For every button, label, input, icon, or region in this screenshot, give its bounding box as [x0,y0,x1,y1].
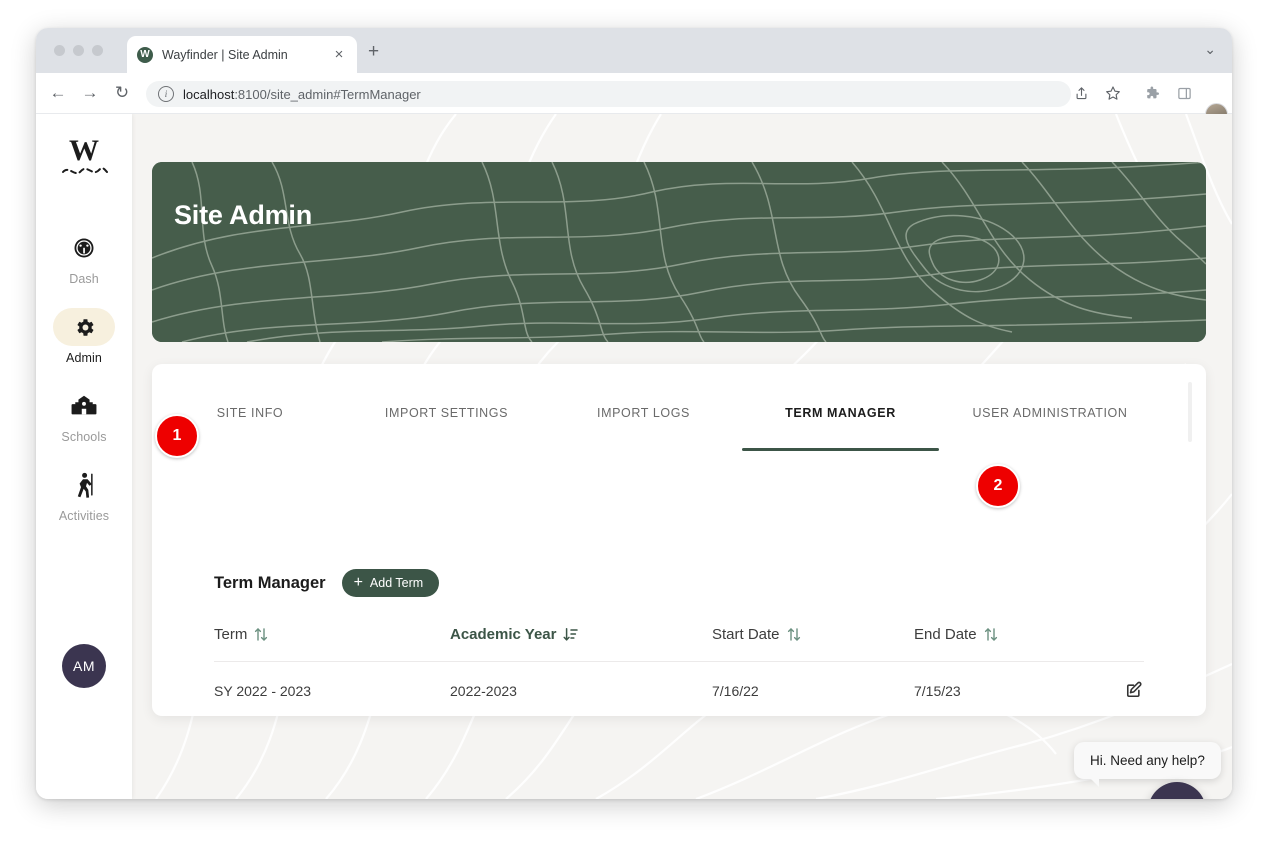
close-tab-icon[interactable]: × [331,47,347,62]
page-title: Site Admin [174,200,313,231]
tab-import-logs[interactable]: IMPORT LOGS [545,364,742,461]
close-window-button[interactable] [54,45,65,56]
column-header-academic-year[interactable]: Academic Year [450,626,712,662]
share-icon[interactable] [1070,82,1092,104]
tab-bar-scroll-indicator[interactable] [1188,382,1192,442]
tab-active-underline [742,448,939,451]
sidebar-item-activities[interactable]: Activities [36,466,132,523]
chat-tooltip: Hi. Need any help? [1074,742,1221,787]
avatar[interactable]: AM [62,644,106,688]
annotation-badge-1: 1 [155,414,199,458]
chat-launcher-button[interactable] [1148,782,1206,799]
sidebar-item-admin-label: Admin [66,351,102,365]
sidebar-nav: Dash Admin Schools Activities [36,229,132,545]
site-info-icon[interactable]: i [158,86,174,102]
sidebar-item-dash-label: Dash [69,272,99,286]
sort-updown-icon [984,628,997,641]
sidebar-item-schools-label: Schools [61,430,107,444]
column-header-start-date-label: Start Date [712,626,780,643]
tab-site-info-label: SITE INFO [216,405,284,420]
section-title: Term Manager [214,573,326,592]
column-header-term[interactable]: Term [214,626,450,662]
new-tab-icon[interactable]: + [368,42,379,61]
window-traffic-lights [54,45,103,56]
edit-term-button[interactable] [1125,680,1144,699]
sidebar-item-activities-label: Activities [58,509,110,523]
address-bar-url: localhost:8100/site_admin#TermManager [183,86,421,102]
column-header-term-label: Term [214,626,248,643]
svg-text:W: W [69,134,99,167]
terms-table: Term Academic Year Start Date End Date S… [214,626,1144,716]
browser-window: W Wayfinder | Site Admin × + ⌄ ← → ↻ i l… [36,28,1232,799]
gear-icon [76,318,94,336]
terms-table-head: Term Academic Year Start Date End Date [214,626,1144,662]
maximize-window-button[interactable] [92,45,103,56]
column-header-end-date[interactable]: End Date [914,626,1074,662]
reload-button[interactable]: ↻ [112,83,132,103]
school-icon [71,395,97,415]
cell-start-date: 7/16/22 [712,661,914,716]
tab-bar: SITE INFO IMPORT SETTINGS IMPORT LOGS TE… [152,364,1206,461]
cell-term: SY 2022 - 2023 [214,661,450,716]
cell-academic-year: 2022-2023 [450,661,712,716]
section-header: Term Manager + Add Term [214,569,440,597]
browser-tab[interactable]: W Wayfinder | Site Admin × [127,36,357,73]
add-term-button-label: Add Term [369,576,424,590]
sort-descending-icon [563,628,579,641]
page-viewport: W Dash Admin Schools Activities AM Site … [36,114,1232,799]
sidebar-item-activities-pill [53,466,115,504]
sidebar-item-dash[interactable]: Dash [36,229,132,286]
speedometer-icon [74,238,94,258]
forward-button[interactable]: → [80,83,100,103]
sort-updown-icon [787,628,800,641]
sidebar: W Dash Admin Schools Activities AM [36,114,132,799]
sidebar-item-schools-pill [53,387,115,425]
extensions-puzzle-icon[interactable] [1141,82,1163,104]
browser-tab-title: Wayfinder | Site Admin [162,47,288,62]
tab-user-administration[interactable]: USER ADMINISTRATION [939,364,1161,461]
terms-table-body: SY 2022 - 2023 2022-2023 7/16/22 7/15/23 [214,661,1144,716]
column-header-start-date[interactable]: Start Date [712,626,914,662]
tab-import-logs-label: IMPORT LOGS [597,405,690,420]
column-header-end-date-label: End Date [914,626,977,643]
table-header-row: Term Academic Year Start Date End Date [214,626,1144,662]
sort-updown-icon [255,628,268,641]
sidebar-item-admin[interactable]: Admin [36,308,132,365]
address-bar[interactable]: i localhost:8100/site_admin#TermManager [146,81,1071,107]
sidebar-item-admin-pill [53,308,115,346]
hero-banner: Site Admin [152,162,1206,342]
browser-toolbar: ← → ↻ i localhost:8100/site_admin#TermMa… [36,73,1232,114]
chevron-down-icon[interactable]: ⌄ [1204,41,1216,58]
sidebar-item-schools[interactable]: Schools [36,387,132,444]
cell-end-date: 7/15/23 [914,661,1074,716]
favicon-wayfinder-icon: W [137,46,153,63]
add-term-button[interactable]: + Add Term [341,569,440,597]
bookmark-star-icon[interactable] [1102,82,1124,104]
minimize-window-button[interactable] [73,45,84,56]
tab-import-settings[interactable]: IMPORT SETTINGS [348,364,545,461]
back-button[interactable]: ← [48,83,68,103]
column-header-academic-year-label: Academic Year [450,626,557,643]
table-row[interactable]: SY 2022 - 2023 2022-2023 7/16/22 7/15/23 [214,661,1144,716]
tab-term-manager[interactable]: TERM MANAGER [742,364,939,461]
plus-icon: + [353,574,363,591]
tab-user-administration-label: USER ADMINISTRATION [972,405,1128,420]
hero-topographic-pattern [152,162,1206,342]
browser-tabstrip: W Wayfinder | Site Admin × + ⌄ [36,28,1232,73]
tab-import-settings-label: IMPORT SETTINGS [384,405,509,420]
edit-icon [1126,681,1142,698]
annotation-badge-2: 2 [976,464,1020,508]
hiker-icon [77,472,93,498]
cell-actions [1074,661,1144,716]
main-content-card: SITE INFO IMPORT SETTINGS IMPORT LOGS TE… [152,364,1206,716]
chat-bubble-icon [1163,797,1191,799]
column-header-actions [1074,626,1144,662]
tab-term-manager-label: TERM MANAGER [785,405,896,420]
sidebar-item-dash-pill [53,229,115,267]
side-panel-icon[interactable] [1173,82,1195,104]
wayfinder-logo-icon[interactable]: W [36,130,132,187]
tab-list: SITE INFO IMPORT SETTINGS IMPORT LOGS TE… [152,364,1161,461]
